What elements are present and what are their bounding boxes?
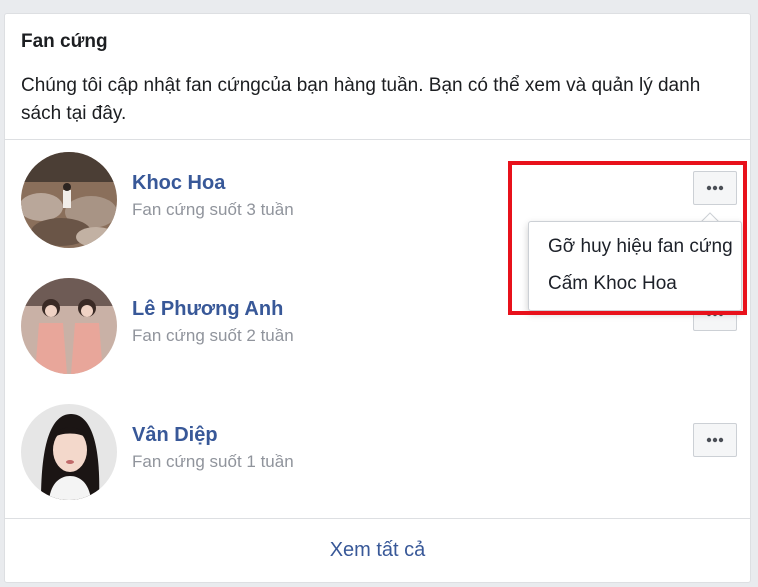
more-dots-icon bbox=[706, 437, 724, 443]
menu-item-remove-badge[interactable]: Gỡ huy hiệu fan cứng bbox=[529, 228, 741, 265]
fan-duration: Fan cứng suốt 3 tuần bbox=[132, 200, 294, 219]
card-header: Fan cứng Chúng tôi cập nhật fan cứngcủa … bbox=[5, 14, 750, 140]
more-dots-icon bbox=[706, 185, 724, 191]
fan-row: Vân Diệp Fan cứng suốt 1 tuần bbox=[21, 404, 737, 500]
more-dots-icon bbox=[706, 311, 724, 317]
more-options-button[interactable] bbox=[693, 423, 737, 457]
avatar[interactable] bbox=[21, 404, 117, 500]
avatar[interactable] bbox=[21, 278, 117, 374]
menu-item-ban-user[interactable]: Cấm Khoc Hoa bbox=[529, 265, 741, 302]
card-description: Chúng tôi cập nhật fan cứngcủa bạn hàng … bbox=[21, 75, 701, 124]
card-title: Fan cứng bbox=[21, 31, 108, 52]
fan-duration: Fan cứng suốt 1 tuần bbox=[132, 452, 294, 471]
more-options-menu: Gỡ huy hiệu fan cứng Cấm Khoc Hoa bbox=[528, 221, 742, 311]
fan-name[interactable]: Khoc Hoa bbox=[132, 172, 225, 195]
see-all-link[interactable]: Xem tất cả bbox=[5, 518, 750, 582]
fan-name[interactable]: Lê Phương Anh bbox=[132, 298, 283, 321]
fan-name[interactable]: Vân Diệp bbox=[132, 424, 218, 447]
avatar[interactable] bbox=[21, 152, 117, 248]
more-options-button[interactable] bbox=[693, 171, 737, 205]
fan-duration: Fan cứng suốt 2 tuần bbox=[132, 326, 294, 345]
